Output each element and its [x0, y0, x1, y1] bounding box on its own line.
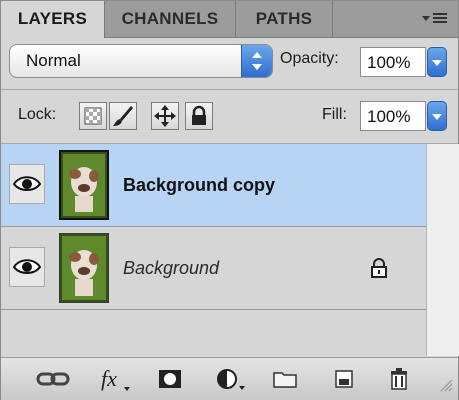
visibility-eye-icon[interactable]	[9, 164, 45, 204]
layer-name[interactable]: Background copy	[123, 175, 275, 196]
delete-layer-icon[interactable]	[387, 366, 411, 392]
layer-thumbnail-dog	[59, 150, 109, 220]
fill-label: Fill:	[322, 106, 347, 123]
layers-panel: LAYERS CHANNELS PATHS Normal Opacity: 10…	[0, 0, 459, 400]
divider	[1, 89, 458, 90]
opacity-field[interactable]: 100%	[360, 47, 447, 77]
add-mask-icon[interactable]	[155, 366, 185, 392]
layers-list: Background copy Background	[1, 144, 426, 356]
lock-position-icon[interactable]	[151, 102, 179, 130]
opacity-dropdown-icon[interactable]	[427, 47, 447, 77]
lock-label: Lock:	[18, 106, 57, 123]
layer-lock-icon	[369, 257, 389, 279]
tab-paths[interactable]: PATHS	[236, 1, 333, 37]
lock-transparent-pixels-icon[interactable]	[79, 102, 107, 130]
layer-row-background[interactable]: Background	[1, 227, 426, 310]
blend-mode-select[interactable]: Normal	[9, 44, 273, 78]
layer-thumbnail-dog	[59, 233, 109, 303]
lock-image-pixels-icon[interactable]	[109, 102, 137, 130]
fill-field[interactable]: 100%	[360, 101, 447, 131]
layers-bottom-toolbar: fx	[1, 357, 458, 400]
link-layers-icon[interactable]	[35, 366, 71, 392]
fill-dropdown-icon[interactable]	[427, 101, 447, 131]
fx-icon[interactable]: fx	[99, 366, 133, 392]
layer-name[interactable]: Background	[123, 258, 219, 279]
layers-scrollbar[interactable]	[426, 144, 459, 356]
svg-text:fx: fx	[101, 366, 117, 391]
adjustment-layer-icon[interactable]	[213, 366, 247, 392]
new-group-icon[interactable]	[271, 366, 299, 392]
blend-mode-stepper-icon[interactable]	[241, 45, 272, 77]
lock-all-icon[interactable]	[185, 102, 213, 130]
panel-menu-icon[interactable]	[420, 9, 450, 29]
opacity-value: 100%	[367, 53, 411, 72]
blend-mode-value: Normal	[26, 51, 81, 70]
visibility-eye-icon[interactable]	[9, 247, 45, 287]
tab-channels[interactable]: CHANNELS	[105, 1, 236, 37]
fill-value: 100%	[367, 107, 411, 126]
tab-layers[interactable]: LAYERS	[1, 1, 105, 38]
resize-grip-icon[interactable]	[437, 376, 453, 392]
layer-row-background-copy[interactable]: Background copy	[1, 144, 426, 227]
new-layer-icon[interactable]	[331, 366, 357, 392]
opacity-label: Opacity:	[280, 50, 339, 67]
panel-tab-bar: LAYERS CHANNELS PATHS	[1, 1, 458, 38]
